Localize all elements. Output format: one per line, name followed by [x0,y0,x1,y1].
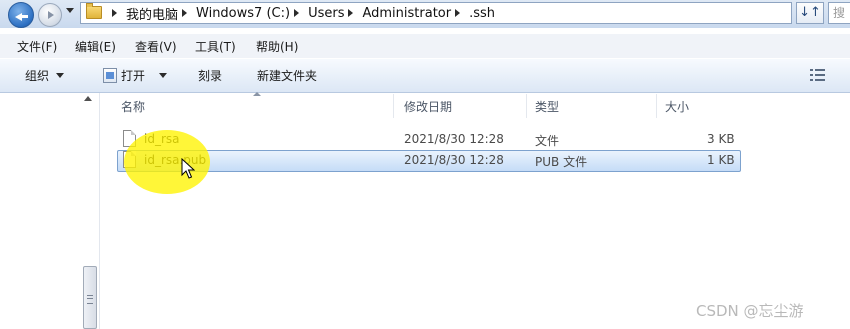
burn-label: 刻录 [198,69,223,83]
file-name: id_rsa.pub [144,153,207,167]
address-bar[interactable]: 我的电脑 Windows7 (C:) Users Administrator .… [80,2,792,24]
file-type: 文件 [535,134,560,148]
file-name: id_rsa [144,132,180,146]
breadcrumb-separator-icon[interactable] [182,9,188,17]
mouse-cursor-icon [181,158,195,179]
folder-icon [86,3,102,19]
column-header-type[interactable]: 类型 [535,98,559,115]
new-folder-button[interactable]: 新建文件夹 [257,67,317,84]
menu-file[interactable]: 文件(F) [17,38,57,55]
breadcrumb-separator-icon[interactable] [348,9,354,17]
file-icon [123,151,136,168]
file-size: 3 KB [707,132,735,146]
organize-label: 组织 [25,69,50,83]
column-divider[interactable] [656,94,657,118]
burn-button[interactable]: 刻录 [198,67,222,84]
breadcrumb-drive-c[interactable]: Windows7 (C:) [196,6,290,21]
file-icon [123,130,136,147]
chevron-down-icon[interactable] [159,73,168,78]
search-input[interactable]: 搜 [828,2,850,24]
column-divider[interactable] [393,94,394,118]
refresh-button[interactable]: ↓↑ [796,2,824,24]
file-modified: 2021/8/30 12:28 [404,153,504,167]
open-label: 打开 [121,69,146,83]
menu-tools[interactable]: 工具(T) [195,38,236,55]
menu-edit[interactable]: 编辑(E) [75,38,116,55]
organize-button[interactable]: 组织 [25,67,65,84]
breadcrumb-separator-icon[interactable] [455,9,461,17]
command-toolbar: 组织 打开 刻录 新建文件夹 [0,59,850,93]
view-options-icon[interactable] [810,68,828,82]
file-type: PUB 文件 [535,155,588,169]
breadcrumb: 我的电脑 Windows7 (C:) Users Administrator .… [108,3,495,23]
file-size: 1 KB [707,153,735,167]
watermark: CSDN @忘尘游 [696,302,804,320]
open-icon [103,68,117,83]
sort-ascending-icon [253,92,261,96]
breadcrumb-administrator[interactable]: Administrator [362,6,451,21]
menu-help[interactable]: 帮助(H) [256,38,298,55]
file-row-selected[interactable]: id_rsa.pub 2021/8/30 12:28 PUB 文件 1 KB [117,150,741,172]
breadcrumb-my-computer[interactable]: 我的电脑 [126,4,178,23]
forward-button[interactable] [38,3,62,27]
back-button[interactable] [8,2,34,28]
file-row[interactable]: id_rsa 2021/8/30 12:28 文件 3 KB [117,129,741,151]
menu-bar: 文件(F) 编辑(E) 查看(V) 工具(T) 帮助(H) [0,34,850,58]
column-header-size[interactable]: 大小 [665,98,689,115]
breadcrumb-separator-icon[interactable] [294,9,300,17]
breadcrumb-separator-icon[interactable] [112,9,117,17]
file-modified: 2021/8/30 12:28 [404,132,504,146]
breadcrumb-users[interactable]: Users [308,6,344,21]
grip-icon [87,295,93,304]
breadcrumb-ssh[interactable]: .ssh [469,6,495,21]
recent-pages-chevron-icon[interactable] [66,8,74,13]
menu-view[interactable]: 查看(V) [135,38,177,55]
address-bar-row: 我的电脑 Windows7 (C:) Users Administrator .… [0,0,850,28]
scrollbar-thumb[interactable] [83,266,97,329]
open-button[interactable]: 打开 [103,67,168,84]
column-header-modified[interactable]: 修改日期 [404,98,452,115]
new-folder-label: 新建文件夹 [257,69,318,83]
column-header-name[interactable]: 名称 [121,98,145,115]
scroll-up-arrow-icon[interactable] [84,96,92,101]
chevron-down-icon [56,73,65,78]
column-divider[interactable] [526,94,527,118]
pane-divider[interactable] [99,93,100,329]
